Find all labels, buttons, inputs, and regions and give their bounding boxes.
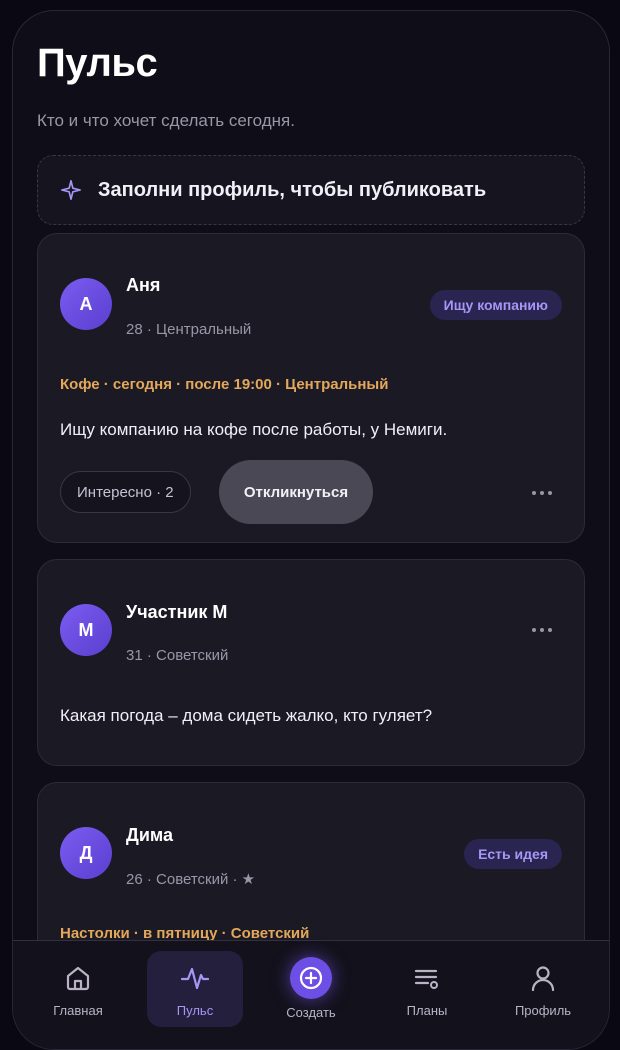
post-card[interactable]: А Аня 28 · Центральный Ищу компанию Кофе… [37, 233, 585, 543]
more-options-icon[interactable] [522, 481, 562, 505]
author-meta: 26 · Советский · ★ [126, 871, 256, 888]
list-icon [414, 969, 438, 989]
author-name[interactable]: Участник М [126, 602, 227, 623]
avatar[interactable]: А [60, 278, 112, 330]
post-card[interactable]: М Участник М 31 · Советский Какая погода… [37, 559, 585, 766]
tab-plans[interactable]: Планы [379, 951, 475, 1027]
post-text: Какая погода – дома сидеть жалко, кто гу… [60, 706, 433, 725]
tab-profile[interactable]: Профиль [495, 951, 591, 1027]
tab-label: Профиль [514, 1003, 572, 1018]
page-title: Пульс [37, 41, 158, 85]
more-options-icon[interactable] [522, 618, 562, 642]
tab-pulse[interactable]: Пульс [147, 951, 243, 1027]
tab-label: Пульс [176, 1003, 214, 1018]
user-icon [531, 966, 555, 992]
event-details: Кофе · сегодня · после 19:00 · Центральн… [60, 376, 389, 393]
complete-profile-banner[interactable]: Заполни профиль, чтобы публиковать [37, 155, 585, 225]
status-badge: Ищу компанию [429, 290, 562, 320]
avatar[interactable]: М [60, 604, 112, 656]
tab-label: Создать [286, 1005, 336, 1020]
author-meta: 31 · Советский [126, 647, 229, 664]
home-icon [66, 966, 90, 991]
author-meta: 28 · Центральный [126, 321, 252, 338]
tab-create[interactable]: Создать [263, 951, 359, 1027]
interest-button[interactable]: Интересно · 2 [60, 471, 191, 513]
phone-screen: Пульс Кто и что хочет сделать сегодня. З… [12, 10, 610, 1050]
pulse-icon [180, 967, 210, 990]
post-text: Ищу компанию на кофе после работы, у Нем… [60, 420, 448, 439]
page-subtitle: Кто и что хочет сделать сегодня. [37, 111, 295, 130]
tab-home[interactable]: Главная [30, 951, 126, 1027]
respond-button[interactable]: Откликнуться [219, 460, 373, 524]
tab-label: Планы [406, 1003, 448, 1018]
avatar[interactable]: Д [60, 827, 112, 879]
author-name[interactable]: Дима [126, 825, 173, 846]
status-badge: Есть идея [464, 839, 562, 869]
complete-profile-text: Заполни профиль, чтобы публиковать [98, 178, 487, 201]
author-name[interactable]: Аня [126, 275, 160, 296]
bottom-tab-bar: Главная Пульс Создать Планы Профиль [13, 940, 609, 1049]
plus-circle-icon [290, 957, 332, 999]
tab-label: Главная [53, 1003, 103, 1018]
sparkle-icon [61, 180, 81, 200]
